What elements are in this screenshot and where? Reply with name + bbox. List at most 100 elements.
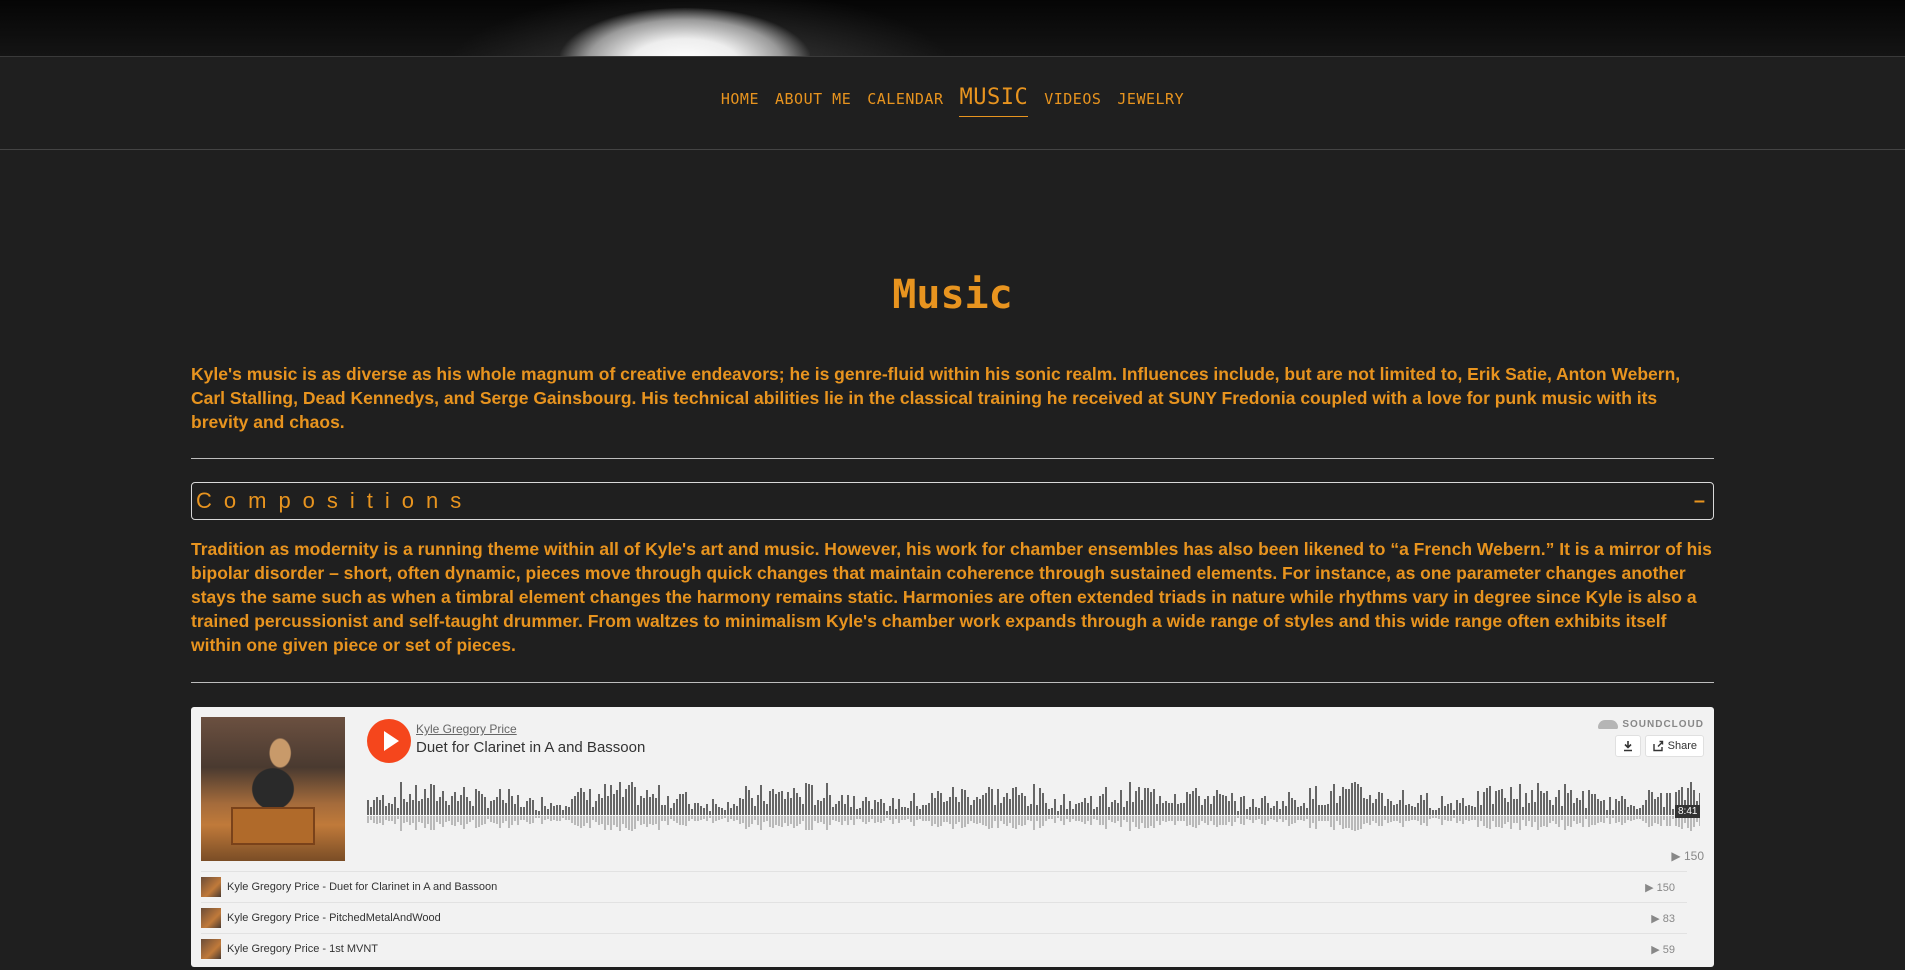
nav-item-jewelry[interactable]: JEWELRY: [1117, 90, 1184, 108]
waveform-reflection: [382, 816, 384, 825]
waveform-bar: [1489, 786, 1491, 815]
waveform-reflection: [946, 816, 948, 822]
waveform-bar: [1228, 801, 1230, 815]
share-button[interactable]: Share: [1644, 735, 1704, 757]
track-title[interactable]: Duet for Clarinet in A and Bassoon: [416, 739, 645, 756]
waveform-reflection: [1132, 816, 1134, 822]
waveform-reflection: [1027, 816, 1029, 820]
waveform-bar: [436, 801, 438, 815]
waveform-reflection: [859, 816, 861, 819]
waveform-reflection: [967, 816, 969, 824]
waveform-bar: [1120, 790, 1122, 815]
waveform-reflection: [1360, 816, 1362, 829]
waveform-reflection: [1159, 816, 1161, 825]
waveform-bar: [676, 799, 678, 815]
waveform-reflection: [1372, 816, 1374, 821]
waveform-reflection: [637, 816, 639, 821]
waveform-reflection: [979, 816, 981, 823]
waveform-reflection: [1444, 816, 1446, 820]
waveform-reflection: [835, 816, 837, 821]
waveform[interactable]: [367, 777, 1700, 837]
compositions-accordion-header[interactable]: Compositions –: [191, 482, 1714, 520]
waveform-bar: [706, 804, 708, 815]
track-list-item[interactable]: Kyle Gregory Price - PitchedMetalAndWood…: [201, 902, 1687, 933]
track-artwork[interactable]: [201, 717, 345, 861]
waveform-bar: [517, 795, 519, 815]
waveform-bar: [760, 785, 762, 815]
waveform-bar: [445, 801, 447, 815]
waveform-bar: [1249, 807, 1251, 815]
waveform-reflection: [1195, 816, 1197, 828]
collapse-icon[interactable]: –: [1694, 490, 1705, 513]
waveform-bar: [1231, 793, 1233, 815]
waveform-reflection: [820, 816, 822, 822]
waveform-reflection: [445, 816, 447, 822]
waveform-bar: [1000, 803, 1002, 815]
waveform-reflection: [592, 816, 594, 820]
waveform-reflection: [937, 816, 939, 827]
waveform-bar: [1471, 806, 1473, 815]
waveform-bar: [610, 785, 612, 815]
waveform-bar: [1042, 793, 1044, 815]
soundcloud-logo[interactable]: SOUNDCLOUD: [1598, 719, 1704, 730]
waveform-reflection: [1519, 816, 1521, 830]
waveform-bar: [1546, 791, 1548, 815]
waveform-reflection: [922, 816, 924, 821]
waveform-bar: [1393, 805, 1395, 815]
waveform-reflection: [1123, 816, 1125, 820]
waveform-reflection: [1033, 816, 1035, 830]
header-banner: [0, 0, 1905, 57]
waveform-reflection: [1210, 816, 1212, 821]
nav-item-home[interactable]: HOME: [721, 90, 759, 108]
download-button[interactable]: [1614, 735, 1641, 757]
waveform-reflection: [1336, 816, 1338, 821]
waveform-bar: [655, 798, 657, 815]
waveform-reflection: [412, 816, 414, 823]
track-list-item[interactable]: Kyle Gregory Price - 1st MVNT ▶ 59: [201, 933, 1687, 964]
nav-item-calendar[interactable]: CALENDAR: [867, 90, 943, 108]
waveform-reflection: [451, 816, 453, 825]
waveform-bar: [1129, 782, 1131, 815]
waveform-bar: [1105, 787, 1107, 815]
waveform-reflection: [1213, 816, 1215, 825]
waveform-bar: [547, 809, 549, 815]
waveform-bar: [787, 792, 789, 815]
waveform-reflection: [1207, 816, 1209, 825]
waveform-reflection: [379, 816, 381, 823]
waveform-bar: [715, 804, 717, 815]
waveform-bar: [1153, 789, 1155, 815]
waveform-reflection: [694, 816, 696, 821]
waveform-bar: [1024, 796, 1026, 815]
waveform-bar: [673, 803, 675, 815]
waveform-bar: [1069, 801, 1071, 815]
nav-item-videos[interactable]: VIDEOS: [1044, 90, 1101, 108]
waveform-reflection: [571, 816, 573, 823]
artist-link[interactable]: Kyle Gregory Price: [416, 722, 517, 736]
waveform-reflection: [943, 816, 945, 822]
waveform-bar: [784, 799, 786, 815]
nav-item-music[interactable]: MUSIC: [959, 85, 1029, 117]
waveform-reflection: [616, 816, 618, 827]
waveform-bar: [1438, 808, 1440, 815]
track-list-item[interactable]: Kyle Gregory Price - Duet for Clarinet i…: [201, 871, 1687, 902]
waveform-reflection: [448, 816, 450, 821]
nav-item-about-me[interactable]: ABOUT ME: [775, 90, 851, 108]
waveform-reflection: [682, 816, 684, 825]
waveform-bar: [1555, 797, 1557, 815]
waveform-bar: [1132, 802, 1134, 815]
waveform-bar: [1645, 800, 1647, 815]
play-button[interactable]: [367, 719, 411, 763]
waveform-bar: [1078, 803, 1080, 815]
waveform-bar: [925, 805, 927, 815]
waveform-bar: [613, 794, 615, 815]
waveform-bar: [847, 795, 849, 815]
waveform-reflection: [1093, 816, 1095, 819]
waveform-reflection: [1558, 816, 1560, 827]
waveform-bar: [985, 793, 987, 815]
waveform-reflection: [1573, 816, 1575, 821]
waveform-reflection: [1396, 816, 1398, 821]
waveform-bar: [838, 801, 840, 815]
waveform-bar: [835, 804, 837, 815]
waveform-bar: [856, 809, 858, 815]
waveform-reflection: [1165, 816, 1167, 822]
